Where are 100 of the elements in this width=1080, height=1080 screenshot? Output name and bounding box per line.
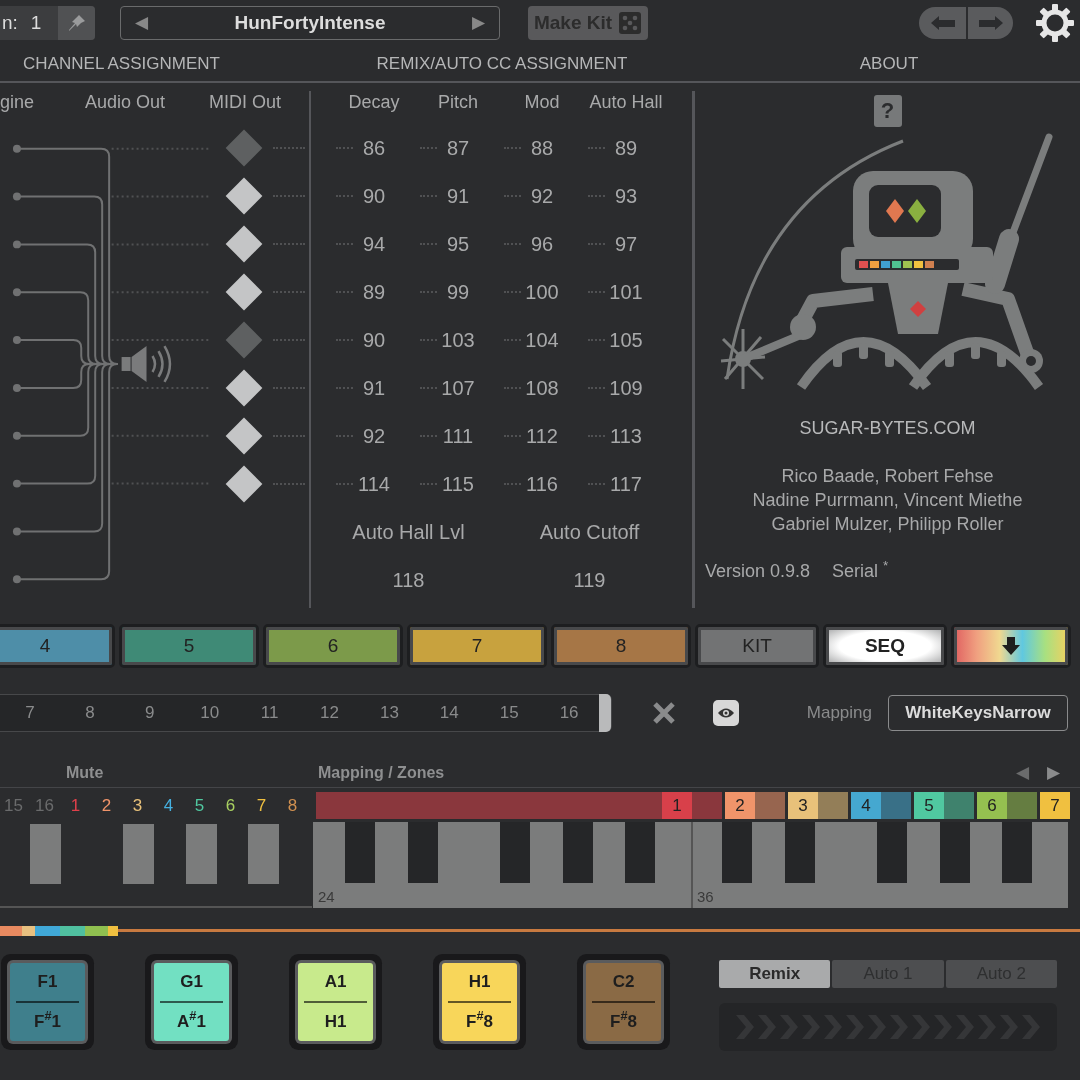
cc-number[interactable]: 97 [609,229,643,259]
zone-label[interactable]: 7 [1040,792,1070,819]
step-number[interactable]: 11 [239,700,300,726]
cc-number[interactable]: 112 [525,421,559,451]
cc-number[interactable]: 94 [357,229,391,259]
settings-icon [1035,3,1075,43]
channel-button[interactable]: 7 [407,624,547,668]
channel-button[interactable]: 4 [0,624,115,668]
cc-number[interactable]: 105 [609,325,643,355]
channel-button[interactable]: 8 [551,624,691,668]
cc-number[interactable]: 91 [357,373,391,403]
previous-preset-button[interactable]: ◀ [131,10,152,36]
download-button[interactable] [951,624,1071,668]
zone-label[interactable]: 6 [977,792,1007,819]
eye-button[interactable] [713,700,739,726]
settings-button[interactable] [1035,3,1075,43]
cc-number[interactable]: 90 [357,181,391,211]
zones-header: Mapping / Zones [318,762,445,783]
next-zone-button[interactable]: ▶ [1043,759,1064,786]
cc-number[interactable]: 89 [357,277,391,307]
step-number[interactable]: 14 [419,700,480,726]
close-icon[interactable] [652,701,676,725]
cc-number[interactable]: 100 [525,277,559,307]
cc-number[interactable]: 96 [525,229,559,259]
cc-number[interactable]: 109 [609,373,643,403]
cc-number[interactable]: 90 [357,325,391,355]
cc-number[interactable]: 89 [609,133,643,163]
step-number[interactable]: 8 [59,700,120,726]
cc-number[interactable]: 99 [441,277,475,307]
cc-number[interactable]: 119 [573,569,606,591]
step-number[interactable]: 15 [479,700,540,726]
version-text: Version 0.9.8 [705,560,811,583]
column-header: Auto Hall Lvl [352,521,465,543]
cc-number[interactable]: 101 [609,277,643,307]
step-number[interactable]: 7 [0,700,60,726]
cc-number[interactable]: 113 [609,421,643,451]
help-button[interactable]: ? [873,95,902,127]
channel-button[interactable]: 6 [263,624,403,668]
channel-value: 1 [30,10,42,35]
cc-number[interactable]: 103 [441,325,475,355]
mute-channel[interactable]: 5 [184,792,215,819]
pin-button[interactable] [58,6,95,40]
website-link[interactable]: SUGAR-BYTES.COM [799,416,976,440]
step-number[interactable]: 13 [359,700,420,726]
step-number[interactable]: 9 [119,700,180,726]
cc-number[interactable]: 87 [441,133,475,163]
zone-label[interactable]: 1 [662,792,692,819]
mute-channel[interactable]: 6 [215,792,246,819]
scroll-thumb[interactable] [599,694,612,732]
zone-range-bar [1007,792,1037,819]
zone-range-bar [755,792,785,819]
cc-number[interactable]: 117 [609,469,643,499]
step-number[interactable]: 12 [299,700,360,726]
zone-label[interactable]: 2 [725,792,755,819]
cc-number[interactable]: 92 [357,421,391,451]
piano-keyboard-drawing[interactable] [30,822,1068,908]
cc-number[interactable]: 86 [357,133,391,163]
cc-number[interactable]: 116 [525,469,559,499]
section-header: ABOUT [858,52,920,75]
step-number[interactable]: 16 [539,700,600,726]
mode-tab[interactable]: Remix [719,960,831,988]
zone-label[interactable]: 5 [914,792,944,819]
mute-channel[interactable]: 8 [277,792,308,819]
column-header: Decay [347,90,401,114]
serial-text: Serial $^{*}$ [832,559,889,583]
cc-number[interactable]: 115 [441,469,475,499]
credits-text: Rico Baade, Robert Fehse [780,465,995,488]
mute-channel[interactable]: 7 [246,792,277,819]
cc-number[interactable]: 118 [392,569,425,591]
seq-button[interactable]: SEQ [823,624,947,668]
preset-selector[interactable]: ◀ HunFortyIntense ▶ [120,6,500,40]
credits-text: Gabriel Mulzer, Philipp Roller [770,513,1005,536]
step-selector[interactable]: 7 8 9 10 11 12 13 14 15 16 [0,694,612,732]
cc-number[interactable]: 111 [441,421,475,451]
cc-number[interactable]: 107 [441,373,475,403]
mute-channel[interactable]: 2 [91,792,122,819]
zone-range-bar [818,792,848,819]
cc-number[interactable]: 92 [525,181,559,211]
cc-number[interactable]: 88 [525,133,559,163]
cc-number[interactable]: 108 [525,373,559,403]
zone-label[interactable]: 3 [788,792,818,819]
cc-number[interactable]: 91 [441,181,475,211]
kit-button[interactable]: KIT [695,624,819,668]
mute-channel[interactable]: 4 [153,792,184,819]
zone-label[interactable]: 4 [851,792,881,819]
cc-number[interactable]: 114 [357,469,391,499]
cc-number[interactable]: 93 [609,181,643,211]
step-number[interactable]: 10 [179,700,240,726]
mute-header: Mute [66,762,105,783]
channel-button[interactable]: 5 [119,624,259,668]
next-preset-button[interactable]: ▶ [468,10,489,36]
mute-channel[interactable]: 1 [60,792,91,819]
channel-field[interactable]: n: 1 [0,6,95,40]
cc-number[interactable]: 104 [525,325,559,355]
cc-number[interactable]: 95 [441,229,475,259]
section-header: CHANNEL ASSIGNMENT [22,52,221,75]
mute-channel[interactable]: 3 [122,792,153,819]
column-header: gine [0,90,36,114]
mapping-button[interactable]: WhiteKeysNarrow [888,695,1068,731]
preset-name: HunFortyIntense [233,10,387,35]
